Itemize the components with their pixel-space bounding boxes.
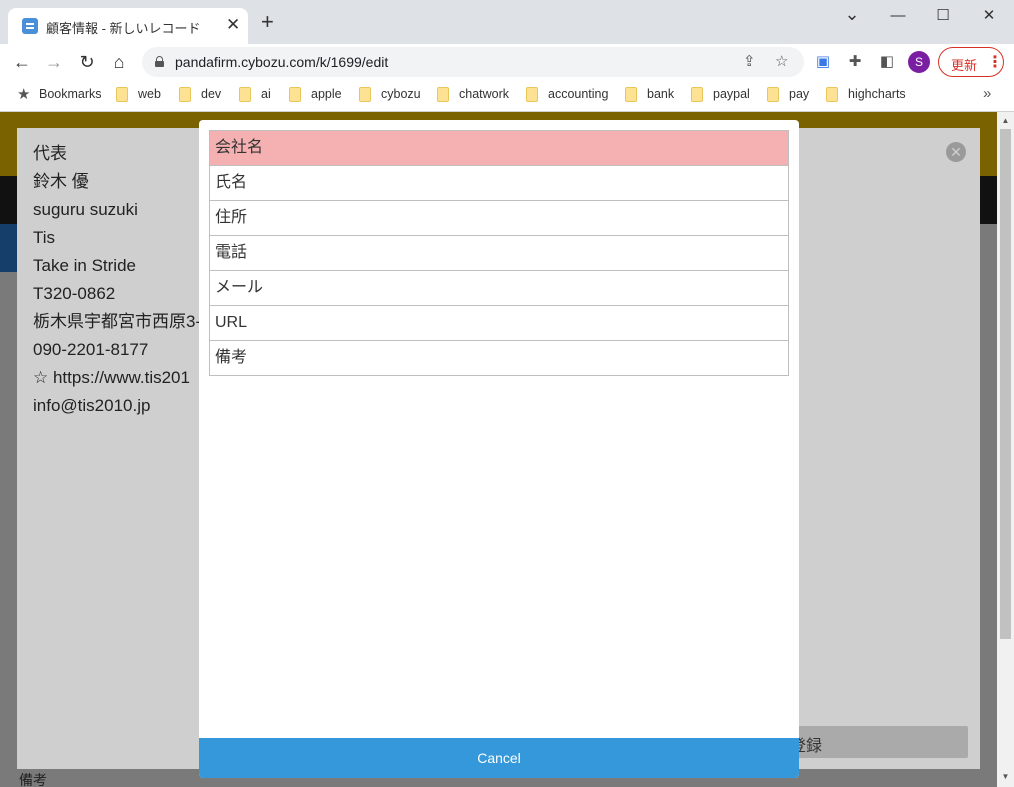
- reload-icon[interactable]: ↻: [75, 50, 99, 74]
- scroll-up-icon[interactable]: ▲: [1000, 115, 1011, 126]
- field-option-email[interactable]: メール: [209, 271, 789, 306]
- minimize-button[interactable]: —: [883, 6, 913, 26]
- profile-avatar[interactable]: S: [908, 51, 930, 73]
- folder-icon: [826, 87, 838, 102]
- field-option-url[interactable]: URL: [209, 306, 789, 341]
- card-line: 栃木県宇都宮市西原3-4: [33, 312, 211, 331]
- puzzle-icon[interactable]: ✚: [846, 53, 864, 71]
- maximize-button[interactable]: ☐: [928, 6, 958, 26]
- forward-icon[interactable]: →: [42, 50, 66, 74]
- folder-icon: [526, 87, 538, 102]
- folder-icon: [767, 87, 779, 102]
- card-line: 鈴木 優: [33, 172, 89, 191]
- menu-dots-icon: ⋮: [987, 54, 1003, 71]
- new-tab-button[interactable]: +: [261, 11, 274, 33]
- field-select-dialog: 会社名 氏名 住所 電話 メール URL 備考 Cancel: [199, 120, 799, 778]
- bookmark-star-icon[interactable]: ☆: [775, 52, 788, 70]
- tab-title: 顧客情報 - 新しいレコード: [46, 21, 201, 36]
- folder-icon: [239, 87, 251, 102]
- folder-icon: [179, 87, 191, 102]
- address-bar[interactable]: pandafirm.cybozu.com/k/1699/edit ⇪ ☆: [142, 47, 804, 77]
- tab-search-icon[interactable]: ⌄: [837, 4, 867, 24]
- page-scrollbar[interactable]: ▲ ▼: [997, 112, 1014, 787]
- card-line: Tis: [33, 228, 56, 247]
- back-icon[interactable]: ←: [10, 50, 34, 74]
- field-option-notes[interactable]: 備考: [209, 341, 789, 376]
- folder-icon: [625, 87, 637, 102]
- card-line: info@tis2010.jp: [33, 396, 151, 415]
- card-line: ☆ https://www.tis201: [33, 368, 190, 387]
- extension-icon[interactable]: ▣: [814, 53, 832, 71]
- card-line: 代表: [33, 144, 67, 163]
- browser-toolbar: ← → ↻ ⌂ pandafirm.cybozu.com/k/1699/edit…: [0, 44, 1014, 80]
- bookmarks-bar: ★ Bookmarks web dev ai apple cybozu chat…: [0, 80, 1014, 112]
- more-bookmarks-icon[interactable]: »: [983, 85, 991, 102]
- kintone-app-icon: [22, 18, 38, 34]
- field-list: 会社名 氏名 住所 電話 メール URL 備考: [209, 130, 789, 376]
- card-line: 090-2201-8177: [33, 340, 149, 359]
- star-icon: ★: [17, 86, 31, 103]
- browser-tab[interactable]: 顧客情報 - 新しいレコード ✕: [8, 8, 248, 44]
- folder-icon: [116, 87, 128, 102]
- lock-icon[interactable]: [155, 56, 164, 67]
- card-line: Take in Stride: [33, 256, 136, 275]
- field-option-name[interactable]: 氏名: [209, 166, 789, 201]
- update-label: 更新: [951, 58, 978, 73]
- card-line: T320-0862: [33, 284, 116, 303]
- update-button[interactable]: 更新 ⋮: [938, 47, 1004, 77]
- cancel-button[interactable]: Cancel: [199, 738, 799, 778]
- home-icon[interactable]: ⌂: [107, 50, 131, 74]
- folder-icon: [289, 87, 301, 102]
- sidepanel-icon[interactable]: ◧: [878, 53, 896, 71]
- close-icon[interactable]: ✕: [946, 142, 966, 162]
- scroll-down-icon[interactable]: ▼: [1000, 771, 1011, 782]
- field-option-phone[interactable]: 電話: [209, 236, 789, 271]
- submit-button[interactable]: 登録: [790, 726, 968, 758]
- share-icon[interactable]: ⇪: [743, 52, 756, 70]
- folder-icon: [359, 87, 371, 102]
- scroll-thumb[interactable]: [1000, 129, 1011, 639]
- folder-icon: [691, 87, 703, 102]
- record-details: 代表 鈴木 優 suguru suzuki Tis Take in Stride…: [33, 140, 211, 420]
- field-option-address[interactable]: 住所: [209, 201, 789, 236]
- tab-strip: 顧客情報 - 新しいレコード ✕ + ⌄ — ☐ ✕: [0, 0, 1014, 44]
- folder-icon: [437, 87, 449, 102]
- url-text[interactable]: pandafirm.cybozu.com/k/1699/edit: [175, 54, 388, 70]
- field-option-company[interactable]: 会社名: [209, 131, 789, 166]
- close-window-button[interactable]: ✕: [974, 6, 1004, 26]
- card-line: suguru suzuki: [33, 200, 138, 219]
- tab-close-icon[interactable]: ✕: [226, 16, 240, 34]
